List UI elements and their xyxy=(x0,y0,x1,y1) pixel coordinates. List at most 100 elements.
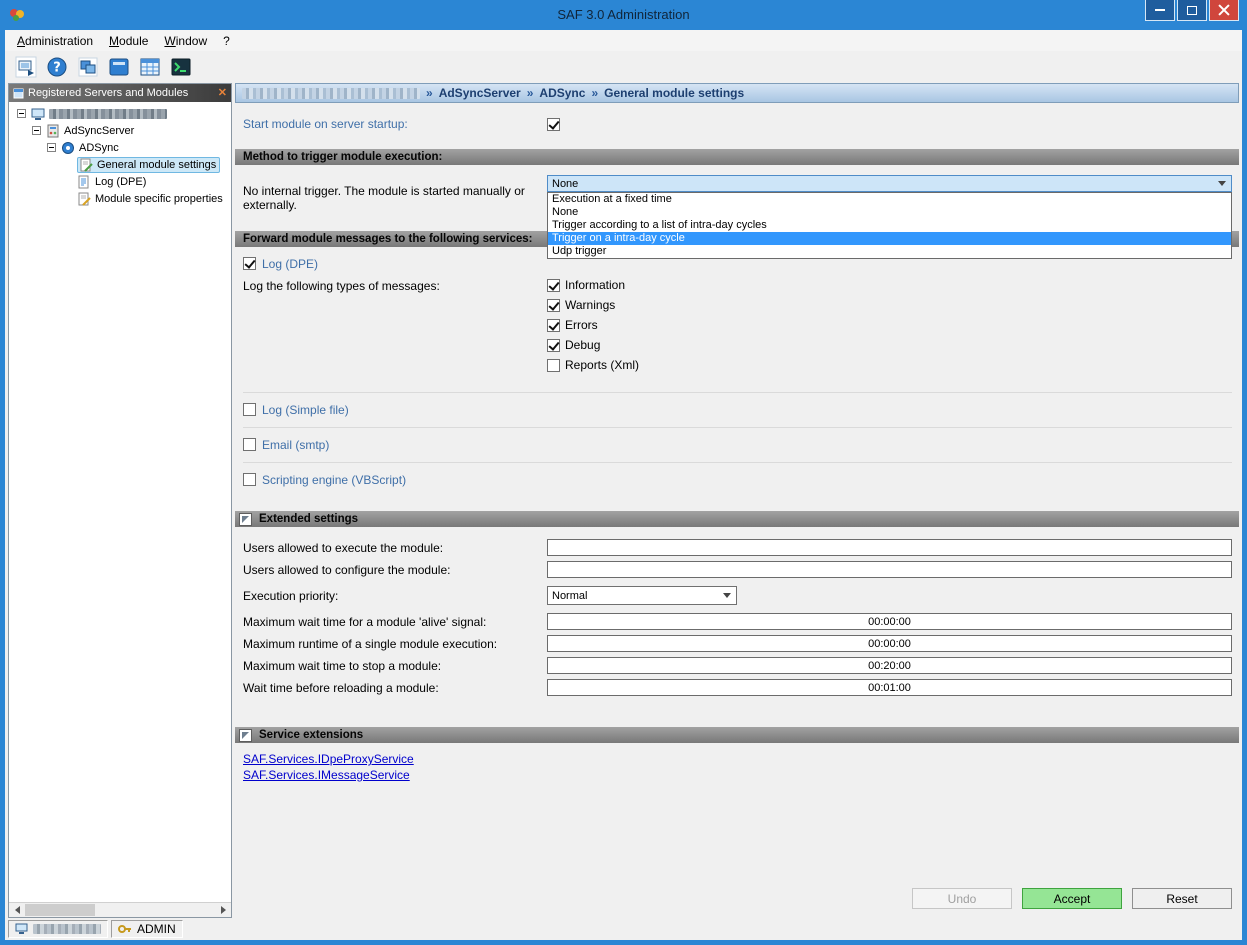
server-icon xyxy=(46,124,60,138)
service-scripting-engine-label: Scripting engine (VBScript) xyxy=(262,473,406,487)
logtype-label: Errors xyxy=(565,318,598,332)
service-email-smtp-label: Email (smtp) xyxy=(262,438,329,452)
execution-priority-select[interactable]: Normal xyxy=(547,586,737,605)
statusbar-admin-panel: ADMIN xyxy=(111,920,183,938)
logtype-debug-checkbox[interactable] xyxy=(547,339,560,352)
logtype-label: Debug xyxy=(565,338,600,352)
module-icon xyxy=(61,141,75,155)
startup-label: Start module on server startup: xyxy=(235,117,547,131)
trigger-method-combobox[interactable]: None xyxy=(547,175,1232,192)
tree-node-adsyncserver[interactable]: AdSyncServer xyxy=(9,122,231,139)
users-execute-input[interactable] xyxy=(547,539,1232,556)
breadcrumb: » AdSyncServer » ADSync » General module… xyxy=(235,83,1239,103)
logtype-information-checkbox[interactable] xyxy=(547,279,560,292)
section-collapse-icon[interactable] xyxy=(239,729,252,742)
breadcrumb-separator: » xyxy=(527,86,534,100)
menu-help[interactable]: ? xyxy=(215,31,238,51)
log-types-label: Log the following types of messages: xyxy=(235,278,547,293)
execution-priority-label: Execution priority: xyxy=(235,589,547,603)
menu-module[interactable]: Module xyxy=(101,31,156,51)
service-email-smtp-checkbox[interactable] xyxy=(243,438,256,451)
collapse-expander-icon[interactable] xyxy=(47,143,56,152)
breadcrumb-separator: » xyxy=(426,86,433,100)
logtype-warnings-checkbox[interactable] xyxy=(547,299,560,312)
data-grid-icon[interactable] xyxy=(138,55,162,79)
tree-node-label: Log (DPE) xyxy=(95,176,146,188)
settings-page-icon xyxy=(79,158,93,172)
dropdown-option[interactable]: Execution at a fixed time xyxy=(548,193,1231,206)
breadcrumb-adsyncserver[interactable]: AdSyncServer xyxy=(439,86,521,100)
scrollbar-thumb[interactable] xyxy=(25,904,95,916)
undo-button[interactable]: Undo xyxy=(912,888,1012,909)
startup-checkbox[interactable] xyxy=(547,118,560,131)
accept-button[interactable]: Accept xyxy=(1022,888,1122,909)
service-extension-link-idpeproxy[interactable]: SAF.Services.IDpeProxyService xyxy=(243,752,414,768)
tree-node-general-module-settings[interactable]: General module settings xyxy=(9,156,231,173)
tree-node-log-dpe[interactable]: Log (DPE) xyxy=(9,173,231,190)
application-window: SAF 3.0 Administration Administration Mo… xyxy=(0,0,1247,945)
dropdown-option[interactable]: None xyxy=(548,206,1231,219)
selected-tree-item: General module settings xyxy=(77,157,220,173)
service-log-simple-file-label: Log (Simple file) xyxy=(262,403,349,417)
section-collapse-icon[interactable] xyxy=(239,513,252,526)
logtype-errors-checkbox[interactable] xyxy=(547,319,560,332)
trigger-description: No internal trigger. The module is start… xyxy=(235,184,547,212)
collapse-expander-icon[interactable] xyxy=(32,126,41,135)
help-icon[interactable]: ? xyxy=(45,55,69,79)
log-page-icon xyxy=(77,175,91,189)
chevron-down-icon xyxy=(1218,181,1226,186)
sidebar-horizontal-scrollbar[interactable] xyxy=(9,902,231,917)
scrollbar-track[interactable] xyxy=(25,903,215,917)
reset-button[interactable]: Reset xyxy=(1132,888,1232,909)
section-trigger-header: Method to trigger module execution: xyxy=(235,149,1239,165)
close-icon xyxy=(1218,4,1230,16)
tree-node-server-root[interactable] xyxy=(9,105,231,122)
close-button[interactable] xyxy=(1209,0,1239,21)
tree-node-label: General module settings xyxy=(97,159,216,171)
settings-content: Start module on server startup: Method t… xyxy=(235,103,1239,918)
cascade-windows-icon[interactable] xyxy=(76,55,100,79)
maximize-button[interactable] xyxy=(1177,0,1207,21)
scroll-left-icon[interactable] xyxy=(9,903,25,917)
collapse-expander-icon[interactable] xyxy=(17,109,26,118)
menu-window[interactable]: Window xyxy=(156,31,215,51)
admin-label: ADMIN xyxy=(137,922,176,936)
pin-icon xyxy=(13,88,24,99)
logtype-reports-checkbox[interactable] xyxy=(547,359,560,372)
reload-wait-input[interactable] xyxy=(547,679,1232,696)
breadcrumb-adsync[interactable]: ADSync xyxy=(539,86,585,100)
divider xyxy=(243,427,1232,428)
divider xyxy=(243,392,1232,393)
alive-signal-input[interactable] xyxy=(547,613,1232,630)
computer-icon xyxy=(15,923,28,935)
tree-node-label: ADSync xyxy=(79,142,119,154)
dropdown-option[interactable]: Trigger according to a list of intra-day… xyxy=(548,219,1231,232)
logtype-label: Information xyxy=(565,278,625,292)
max-runtime-input[interactable] xyxy=(547,635,1232,652)
tree-node-adsync[interactable]: ADSync xyxy=(9,139,231,156)
dropdown-option-highlighted[interactable]: Trigger on a intra-day cycle xyxy=(548,232,1231,245)
service-scripting-engine-checkbox[interactable] xyxy=(243,473,256,486)
tree-node-module-specific-properties[interactable]: Module specific properties xyxy=(9,190,231,207)
max-stop-wait-input[interactable] xyxy=(547,657,1232,674)
max-stop-wait-label: Maximum wait time to stop a module: xyxy=(235,659,547,673)
menu-administration[interactable]: Administration xyxy=(9,31,101,51)
panel-icon[interactable] xyxy=(107,55,131,79)
logtype-label: Warnings xyxy=(565,298,615,312)
service-extension-link-imessage[interactable]: SAF.Services.IMessageService xyxy=(243,768,410,784)
toolbar: ? xyxy=(5,51,1242,83)
register-server-icon[interactable] xyxy=(14,55,38,79)
users-configure-input[interactable] xyxy=(547,561,1232,578)
minimize-button[interactable] xyxy=(1145,0,1175,21)
service-log-simple-file-checkbox[interactable] xyxy=(243,403,256,416)
trigger-combobox-value: None xyxy=(548,178,1218,190)
console-icon[interactable] xyxy=(169,55,193,79)
dropdown-option[interactable]: Udp trigger xyxy=(548,245,1231,258)
scroll-right-icon[interactable] xyxy=(215,903,231,917)
panel-close-icon[interactable]: ✕ xyxy=(218,88,227,99)
sidebar-header: Registered Servers and Modules ✕ xyxy=(9,84,231,102)
minimize-icon xyxy=(1155,9,1165,11)
alive-signal-label: Maximum wait time for a module 'alive' s… xyxy=(235,615,547,629)
divider xyxy=(243,462,1232,463)
service-log-dpe-checkbox[interactable] xyxy=(243,257,256,270)
